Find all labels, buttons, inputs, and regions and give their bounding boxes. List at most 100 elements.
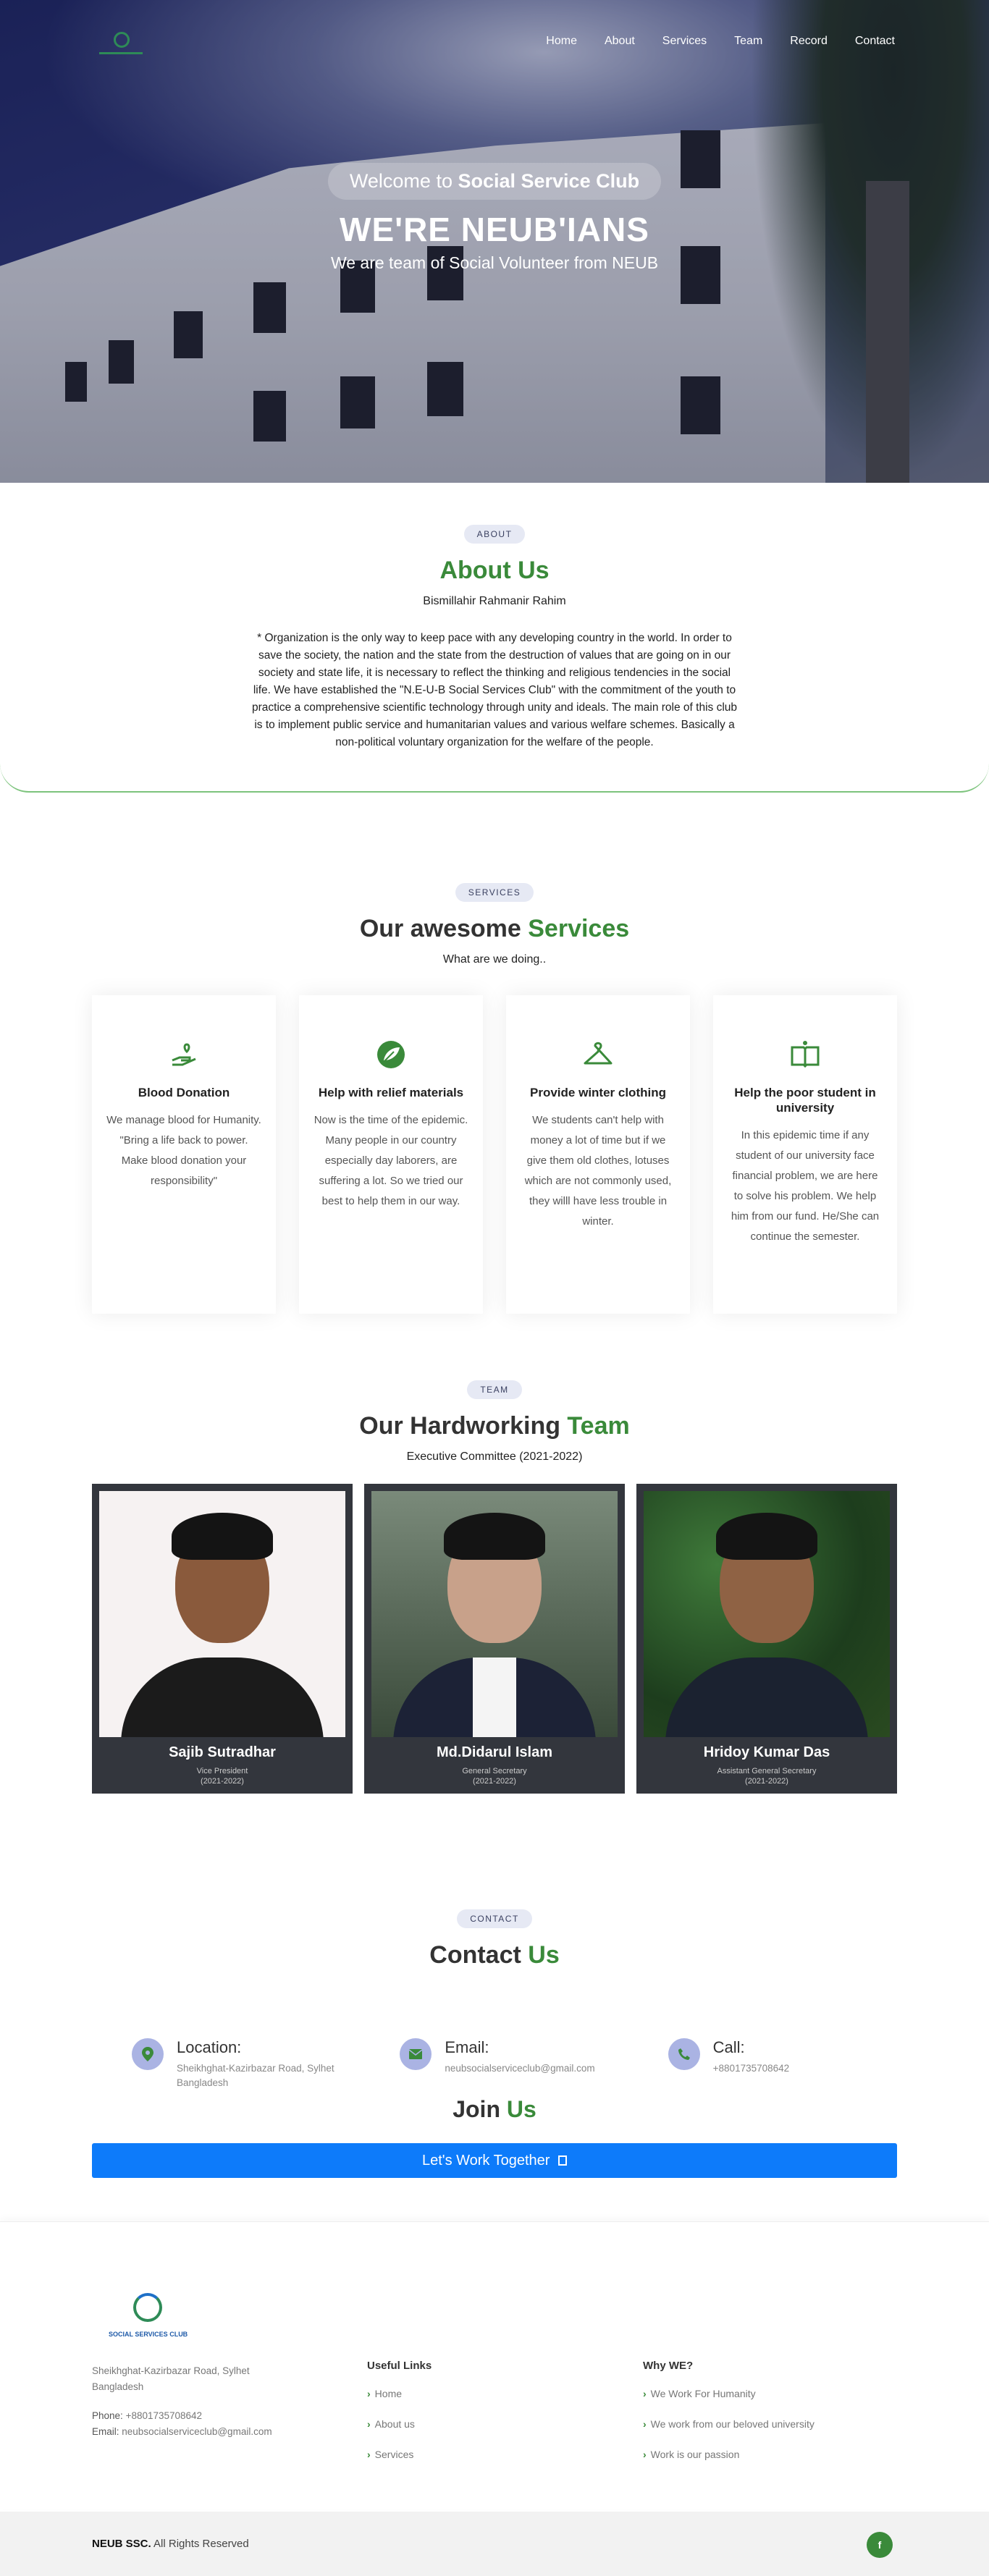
- member-photo: [644, 1491, 890, 1737]
- service-card-relief: Help with relief materials Now is the ti…: [299, 995, 483, 1314]
- contact-location-label: Location:: [177, 2038, 242, 2056]
- member-name: Sajib Sutradhar: [169, 1744, 276, 1760]
- nav-services[interactable]: Services: [662, 35, 707, 48]
- map-pin-icon: [132, 2038, 164, 2070]
- contact-email-value[interactable]: neubsocialserviceclub@gmail.com: [445, 2061, 594, 2076]
- about-badge: ABOUT: [463, 525, 526, 544]
- contact-email: Email: neubsocialserviceclub@gmail.com: [400, 2038, 628, 2090]
- service-text: We students can't help with money a lot …: [524, 1114, 672, 1228]
- join-block: Join Us Let's Work Together: [0, 2096, 989, 2178]
- contact-location: Location: Sheikhghat-Kazirbazar Road, Sy…: [132, 2038, 361, 2090]
- nav-about[interactable]: About: [605, 35, 635, 48]
- nav-home[interactable]: Home: [546, 35, 577, 48]
- why-item: › Work is our passion: [643, 2449, 740, 2460]
- chevron-right-icon: ›: [367, 2388, 371, 2399]
- contact-call-value[interactable]: +8801735708642: [713, 2061, 790, 2076]
- footer-phone: Phone: +8801735708642: [92, 2410, 203, 2421]
- work-together-button[interactable]: Let's Work Together: [92, 2143, 897, 2178]
- services-subtitle: What are we doing..: [442, 953, 547, 966]
- team-subtitle: Executive Committee (2021-2022): [406, 1450, 583, 1463]
- team-section: TEAM Our Hardworking Team Executive Comm…: [0, 1314, 989, 1794]
- chevron-right-icon: ›: [367, 2449, 371, 2460]
- hero-section: Home About Services Team Record Contact …: [0, 0, 989, 483]
- service-title: Provide winter clothing: [530, 1086, 666, 1099]
- member-term: (2021-2022): [745, 1777, 788, 1786]
- service-title: Help the poor student in university: [734, 1086, 876, 1115]
- member-name: Md.Didarul Islam: [436, 1744, 553, 1760]
- copyright-text: NEUB SSC. All Rights Reserved: [92, 2538, 249, 2550]
- copy-icon: [558, 2155, 568, 2166]
- top-navbar: Home About Services Team Record Contact: [0, 0, 989, 87]
- chevron-right-icon: ›: [367, 2418, 371, 2430]
- chevron-right-icon: ›: [643, 2388, 647, 2399]
- contact-call: Call: +8801735708642: [668, 2038, 897, 2090]
- member-role: General Secretary: [462, 1767, 527, 1775]
- service-text: In this epidemic time if any student of …: [731, 1129, 880, 1243]
- hand-heart-icon: [168, 1039, 200, 1070]
- about-section: ABOUT About Us Bismillahir Rahmanir Rahi…: [0, 483, 989, 793]
- member-photo: [371, 1491, 618, 1737]
- nav-record[interactable]: Record: [790, 35, 828, 48]
- footer-link-services[interactable]: › Services: [367, 2449, 432, 2460]
- service-card-winter-clothing: Provide winter clothing We students can'…: [506, 995, 690, 1314]
- copyright-bar: NEUB SSC. All Rights Reserved f: [0, 2512, 989, 2576]
- footer-logo[interactable]: SOCIAL SERVICES CLUB: [109, 2293, 188, 2344]
- services-cards: Blood Donation We manage blood for Human…: [92, 995, 897, 1314]
- footer-useful-links: Useful Links › Home › About us › Services: [367, 2360, 432, 2460]
- about-title: About Us: [439, 557, 550, 584]
- service-title: Blood Donation: [138, 1086, 230, 1099]
- facebook-icon[interactable]: f: [867, 2532, 893, 2558]
- chevron-right-icon: ›: [643, 2418, 647, 2430]
- contact-title: Contact Us: [429, 1941, 560, 1969]
- hero-title: WE'RE NEUB'IANS: [340, 211, 649, 248]
- book-icon: [789, 1039, 821, 1070]
- footer-address: Sheikhghat-Kazirbazar Road, Sylhet Bangl…: [92, 2365, 250, 2392]
- contact-email-label: Email:: [445, 2038, 489, 2056]
- services-badge: SERVICES: [455, 883, 534, 902]
- nav-contact[interactable]: Contact: [855, 35, 895, 48]
- service-card-blood-donation: Blood Donation We manage blood for Human…: [92, 995, 276, 1314]
- member-name: Hridoy Kumar Das: [703, 1744, 830, 1760]
- hero-subtitle: We are team of Social Volunteer from NEU…: [330, 253, 659, 272]
- service-text: We manage blood for Humanity. "Bring a l…: [106, 1114, 261, 1187]
- leaf-icon: [375, 1039, 407, 1070]
- phone-icon: [668, 2038, 700, 2070]
- footer: SOCIAL SERVICES CLUB Sheikhghat-Kazirbaz…: [0, 2221, 989, 2509]
- services-title: Our awesome Services: [359, 915, 630, 942]
- team-member-card: Md.Didarul Islam General Secretary (2021…: [364, 1484, 625, 1794]
- service-text: Now is the time of the epidemic. Many pe…: [313, 1114, 468, 1207]
- welcome-pill: Welcome to Social Service Club: [327, 163, 662, 200]
- bismillah-text: Bismillahir Rahmanir Rahim: [423, 595, 566, 607]
- club-logo[interactable]: [99, 32, 143, 61]
- why-item: › We work from our beloved university: [643, 2418, 815, 2430]
- footer-link-about[interactable]: › About us: [367, 2418, 432, 2430]
- envelope-icon: [400, 2038, 432, 2070]
- team-member-card: Hridoy Kumar Das Assistant General Secre…: [636, 1484, 897, 1794]
- about-paragraph: * Organization is the only way to keep p…: [251, 632, 738, 748]
- hanger-icon: [582, 1039, 614, 1070]
- nav-team[interactable]: Team: [734, 35, 762, 48]
- services-section: SERVICES Our awesome Services What are w…: [0, 793, 989, 1314]
- footer-email: Email: neubsocialserviceclub@gmail.com: [92, 2426, 272, 2437]
- team-member-card: Sajib Sutradhar Vice President (2021-202…: [92, 1484, 353, 1794]
- team-badge: TEAM: [467, 1380, 522, 1399]
- member-photo: [99, 1491, 345, 1737]
- join-title: Join Us: [453, 2096, 536, 2122]
- member-role: Vice President: [196, 1767, 248, 1775]
- service-title: Help with relief materials: [318, 1086, 464, 1099]
- contact-call-label: Call:: [712, 2038, 745, 2056]
- nav-links: Home About Services Team Record Contact: [518, 35, 895, 48]
- footer-why-we: Why WE? › We Work For Humanity › We work f…: [643, 2360, 815, 2460]
- footer-link-home[interactable]: › Home: [367, 2388, 432, 2399]
- contact-location-value: Sheikhghat-Kazirbazar Road, Sylhet Bangl…: [177, 2063, 334, 2088]
- member-role: Assistant General Secretary: [717, 1767, 817, 1775]
- team-title: Our Hardworking Team: [359, 1412, 630, 1440]
- contact-badge: CONTACT: [457, 1909, 532, 1928]
- why-item: › We Work For Humanity: [643, 2388, 756, 2399]
- service-card-poor-student: Help the poor student in university In t…: [713, 995, 897, 1314]
- contact-info-row: Location: Sheikhghat-Kazirbazar Road, Sy…: [92, 2038, 897, 2090]
- hero-content: Welcome to Social Service Club WE'RE NEU…: [0, 163, 989, 273]
- footer-contact-info: Sheikhghat-Kazirbazar Road, Sylhet Bangl…: [92, 2363, 280, 2440]
- why-we-title: Why WE?: [643, 2360, 694, 2372]
- useful-links-title: Useful Links: [367, 2360, 432, 2372]
